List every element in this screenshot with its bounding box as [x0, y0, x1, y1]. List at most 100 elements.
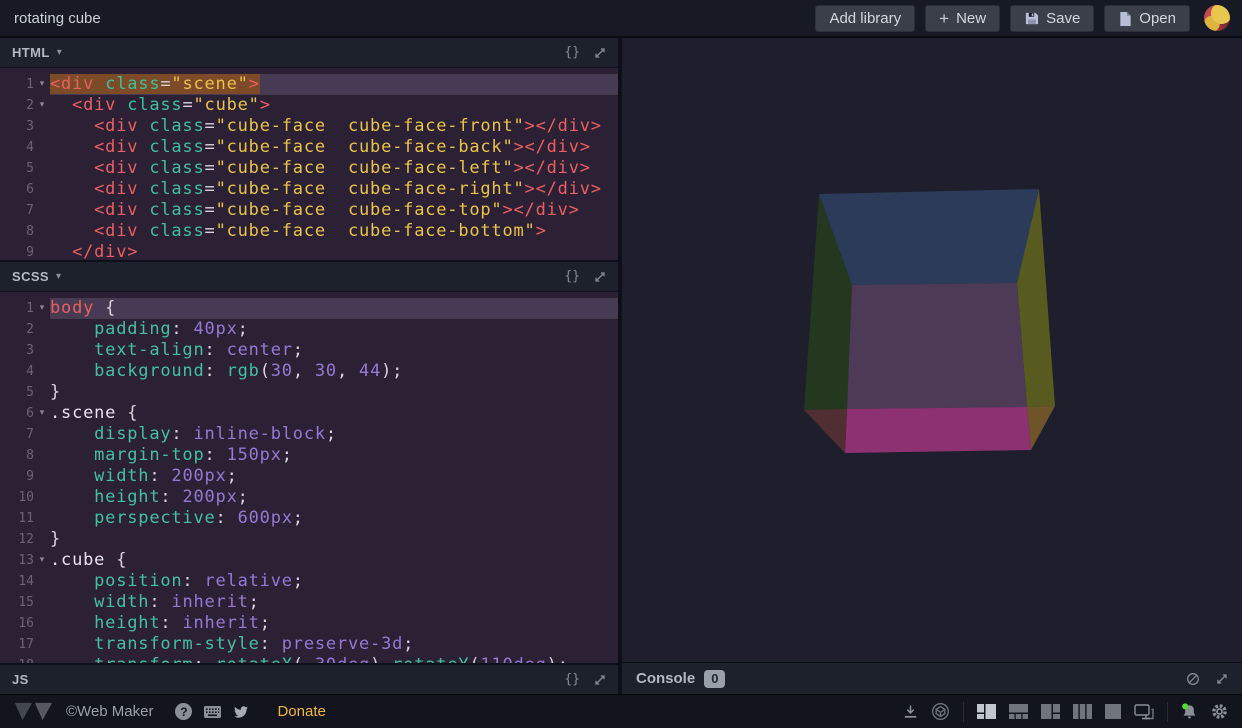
codepen-icon[interactable] — [931, 702, 950, 721]
fold-arrow-icon[interactable]: ▾ — [34, 74, 50, 95]
fold-arrow-icon[interactable]: ▾ — [34, 298, 50, 319]
plus-icon: + — [939, 10, 949, 27]
open-button[interactable]: Open — [1104, 5, 1190, 32]
rotating-cube-render — [622, 38, 1242, 660]
expand-pane-icon[interactable] — [594, 271, 606, 283]
code-line[interactable]: 8 margin-top: 150px; — [0, 445, 618, 466]
code-line[interactable]: 2 padding: 40px; — [0, 319, 618, 340]
js-language-selector[interactable]: JS — [12, 672, 29, 687]
html-code-editor[interactable]: 1▾<div class="scene">2▾ <div class="cube… — [0, 68, 618, 260]
code-line[interactable]: 3 <div class="cube-face cube-face-front"… — [0, 116, 618, 137]
code-line[interactable]: 7 display: inline-block; — [0, 424, 618, 445]
line-number: 2 — [0, 95, 34, 116]
expand-console-icon[interactable] — [1216, 673, 1228, 685]
scss-code-editor[interactable]: 1▾body {2 padding: 40px;3 text-align: ce… — [0, 292, 618, 663]
code-line[interactable]: 18 transform: rotateX(-30deg) rotateY(11… — [0, 655, 618, 663]
detach-preview-icon[interactable] — [1134, 704, 1154, 720]
line-number: 8 — [0, 445, 34, 466]
html-language-selector[interactable]: HTML ▾ — [12, 45, 62, 60]
fold-gutter — [34, 634, 50, 655]
fold-gutter — [34, 655, 50, 663]
scss-language-selector[interactable]: SCSS ▾ — [12, 269, 61, 284]
code-line[interactable]: 1▾body { — [0, 298, 618, 319]
fold-arrow-icon[interactable]: ▾ — [34, 550, 50, 571]
line-number: 11 — [0, 508, 34, 529]
code-line[interactable]: 2▾ <div class="cube"> — [0, 95, 618, 116]
save-button[interactable]: Save — [1010, 5, 1094, 32]
format-code-icon[interactable]: {} — [564, 269, 580, 284]
js-pane-header[interactable]: JS {} — [0, 665, 618, 694]
code-line[interactable]: 13▾.cube { — [0, 550, 618, 571]
fold-gutter — [34, 200, 50, 221]
code-line[interactable]: 12} — [0, 529, 618, 550]
layout-full-icon[interactable] — [1105, 704, 1121, 719]
clear-console-icon[interactable] — [1186, 672, 1200, 686]
new-button[interactable]: + New — [925, 5, 1000, 32]
code-text: body { — [50, 298, 618, 319]
code-line[interactable]: 1▾<div class="scene"> — [0, 74, 618, 95]
line-number: 17 — [0, 634, 34, 655]
fold-gutter — [34, 487, 50, 508]
fold-arrow-icon[interactable]: ▾ — [34, 403, 50, 424]
fold-gutter — [34, 445, 50, 466]
new-label: New — [956, 10, 986, 27]
code-line[interactable]: 11 perspective: 600px; — [0, 508, 618, 529]
code-line[interactable]: 6▾.scene { — [0, 403, 618, 424]
line-number: 6 — [0, 403, 34, 424]
code-line[interactable]: 8 <div class="cube-face cube-face-bottom… — [0, 221, 618, 242]
format-code-icon[interactable]: {} — [564, 45, 580, 60]
settings-gear-icon[interactable] — [1211, 703, 1228, 720]
layout-right-icon[interactable] — [1041, 704, 1060, 719]
top-bar-actions: Add library + New Save Open — [815, 5, 1230, 32]
download-icon[interactable] — [903, 704, 918, 719]
donate-link[interactable]: Donate — [277, 703, 325, 720]
fold-gutter — [34, 424, 50, 445]
save-floppy-icon — [1024, 11, 1039, 26]
line-number: 8 — [0, 221, 34, 242]
console-bar[interactable]: Console 0 — [622, 662, 1242, 694]
code-line[interactable]: 14 position: relative; — [0, 571, 618, 592]
html-pane-label: HTML — [12, 45, 50, 60]
line-number: 15 — [0, 592, 34, 613]
fold-gutter — [34, 116, 50, 137]
format-code-icon[interactable]: {} — [564, 672, 580, 687]
line-number: 16 — [0, 613, 34, 634]
code-line[interactable]: 16 height: inherit; — [0, 613, 618, 634]
avatar[interactable] — [1204, 5, 1230, 31]
code-line[interactable]: 17 transform-style: preserve-3d; — [0, 634, 618, 655]
fold-gutter — [34, 466, 50, 487]
code-line[interactable]: 5} — [0, 382, 618, 403]
webmaker-logo[interactable] — [12, 701, 54, 722]
open-label: Open — [1139, 10, 1176, 27]
fold-gutter — [34, 613, 50, 634]
fold-arrow-icon[interactable]: ▾ — [34, 95, 50, 116]
expand-pane-icon[interactable] — [594, 674, 606, 686]
add-library-button[interactable]: Add library — [815, 5, 915, 32]
code-line[interactable]: 5 <div class="cube-face cube-face-left">… — [0, 158, 618, 179]
code-line[interactable]: 15 width: inherit; — [0, 592, 618, 613]
code-text: transform: rotateX(-30deg) rotateY(110de… — [50, 655, 618, 663]
keyboard-icon[interactable] — [204, 706, 221, 718]
code-line[interactable]: 10 height: 200px; — [0, 487, 618, 508]
code-line[interactable]: 9 </div> — [0, 242, 618, 260]
page-title[interactable]: rotating cube — [14, 10, 101, 27]
code-line[interactable]: 6 <div class="cube-face cube-face-right"… — [0, 179, 618, 200]
layout-columns-icon[interactable] — [1073, 704, 1092, 719]
layout-left-icon[interactable] — [977, 704, 996, 719]
code-text: display: inline-block; — [50, 424, 618, 445]
code-line[interactable]: 4 <div class="cube-face cube-face-back">… — [0, 137, 618, 158]
line-number: 4 — [0, 361, 34, 382]
layout-bottom-icon[interactable] — [1009, 704, 1028, 719]
code-line[interactable]: 3 text-align: center; — [0, 340, 618, 361]
expand-pane-icon[interactable] — [594, 47, 606, 59]
code-line[interactable]: 9 width: 200px; — [0, 466, 618, 487]
notifications-bell-icon[interactable] — [1181, 703, 1198, 720]
twitter-icon[interactable] — [233, 705, 249, 719]
fold-gutter — [34, 529, 50, 550]
code-line[interactable]: 7 <div class="cube-face cube-face-top"><… — [0, 200, 618, 221]
help-icon[interactable]: ? — [175, 703, 192, 720]
code-line[interactable]: 4 background: rgb(30, 30, 44); — [0, 361, 618, 382]
fold-gutter — [34, 319, 50, 340]
fold-gutter — [34, 508, 50, 529]
code-text: <div class="cube-face cube-face-back"></… — [50, 137, 618, 158]
